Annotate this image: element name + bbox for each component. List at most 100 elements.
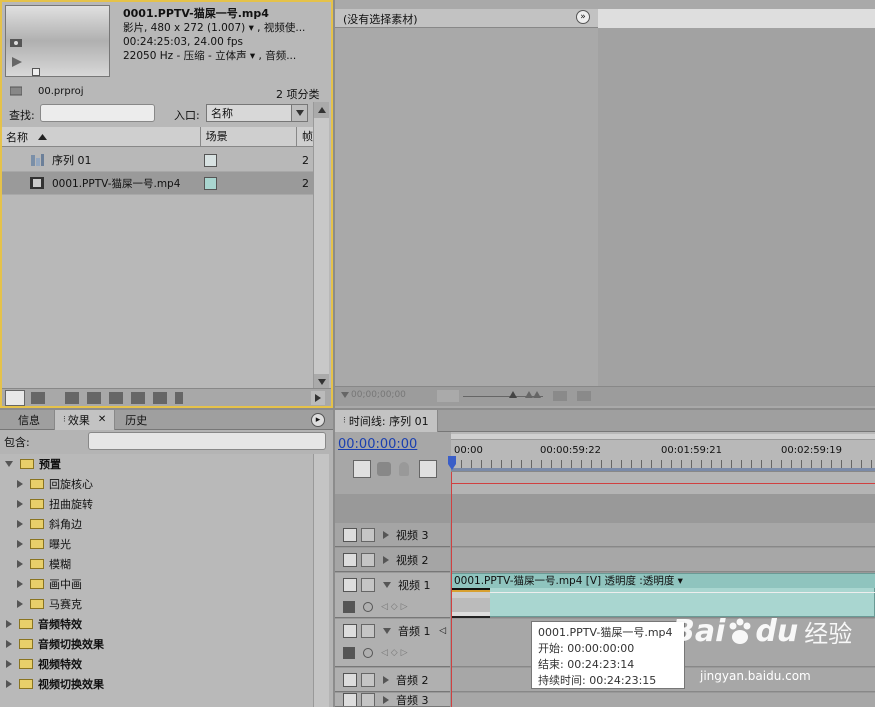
expand-icon[interactable]: [6, 640, 12, 648]
speaker-icon[interactable]: [343, 624, 357, 638]
expand-icon[interactable]: [383, 695, 389, 704]
tree-item-preset[interactable]: 回旋核心: [0, 474, 313, 494]
speaker-icon[interactable]: [343, 693, 357, 706]
keyframe-toggle-icon[interactable]: [363, 648, 373, 658]
playhead-icon[interactable]: [448, 456, 456, 470]
chevron-down-icon[interactable]: [291, 105, 307, 121]
expand-icon[interactable]: [5, 461, 13, 467]
list-item[interactable]: 0001.PPTV-猫屎一号.mp4 2: [2, 172, 313, 195]
entry-select[interactable]: 名称: [206, 104, 308, 122]
scrub-handle[interactable]: [32, 68, 40, 76]
export-frame-icon[interactable]: [577, 391, 591, 401]
timeline-timecode[interactable]: 00:00:00:00: [338, 437, 417, 452]
panel-menu-icon[interactable]: ▸: [311, 412, 325, 427]
expand-icon[interactable]: [17, 580, 23, 588]
tab-effects[interactable]: ⁝ 效果 ✕: [54, 409, 116, 430]
list-view-icon[interactable]: [5, 389, 25, 406]
scroll-up-icon[interactable]: [314, 102, 329, 118]
sequence-settings-icon[interactable]: [419, 460, 437, 478]
tree-item-video-transitions[interactable]: 视频切换效果: [0, 674, 313, 694]
tree-item-preset[interactable]: 画中画: [0, 574, 313, 594]
tree-item-presets[interactable]: 预置: [0, 454, 313, 474]
waveform-icon[interactable]: [343, 647, 355, 659]
play-icon[interactable]: [12, 57, 22, 67]
display-style-icon[interactable]: [343, 601, 355, 613]
expand-icon[interactable]: [383, 675, 389, 684]
project-scrollbar[interactable]: [313, 102, 329, 390]
video-clip[interactable]: 0001.PPTV-猫屎一号.mp4 [V] 透明度 :透明度 ▾: [451, 573, 875, 618]
keyframe-nav-icon[interactable]: ◁ ◇ ▷: [381, 648, 408, 658]
eye-icon[interactable]: [343, 552, 357, 567]
zoom-handle[interactable]: [509, 391, 517, 398]
tree-item-preset[interactable]: 曝光: [0, 534, 313, 554]
column-frame[interactable]: 帧: [297, 127, 313, 147]
column-name[interactable]: 名称: [2, 127, 201, 146]
column-scene[interactable]: 场景: [201, 127, 297, 146]
expand-icon[interactable]: [17, 600, 23, 608]
expand-icon[interactable]: [6, 680, 12, 688]
expand-icon[interactable]: [17, 520, 23, 528]
tree-item-preset[interactable]: 马赛克: [0, 594, 313, 614]
lock-icon[interactable]: [361, 672, 375, 687]
tree-item-video-effects[interactable]: 视频特效: [0, 654, 313, 674]
lock-icon[interactable]: [361, 527, 375, 542]
expand-icon[interactable]: [17, 480, 23, 488]
tree-item-preset[interactable]: 模糊: [0, 554, 313, 574]
scroll-right-icon[interactable]: [311, 390, 325, 405]
trash-icon[interactable]: [175, 391, 183, 404]
eye-icon[interactable]: [343, 527, 357, 542]
expand-icon[interactable]: [17, 540, 23, 548]
close-icon[interactable]: ✕: [98, 414, 106, 425]
icon-view-icon[interactable]: [31, 391, 45, 404]
expand-icon[interactable]: [17, 560, 23, 568]
tree-item-preset[interactable]: 斜角边: [0, 514, 313, 534]
set-in-icon[interactable]: [437, 390, 459, 402]
tree-item-audio-transitions[interactable]: 音频切换效果: [0, 634, 313, 654]
audio-target-icon[interactable]: ◁: [439, 626, 446, 636]
set-marker-icon[interactable]: [377, 462, 391, 476]
folder-icon[interactable]: [109, 391, 123, 404]
snap-icon[interactable]: [353, 460, 371, 478]
marker-icon[interactable]: [341, 392, 349, 398]
work-area-bar[interactable]: [451, 468, 875, 471]
lock-icon[interactable]: [361, 552, 375, 567]
tab-history[interactable]: 历史: [115, 412, 157, 428]
expand-icon[interactable]: [383, 555, 389, 564]
camera-icon[interactable]: [10, 37, 22, 47]
track-lane-v2[interactable]: [451, 548, 875, 572]
eye-icon[interactable]: [343, 578, 357, 592]
zoom-bar[interactable]: [451, 434, 875, 440]
lock-icon[interactable]: [361, 578, 375, 592]
effects-search-input[interactable]: [88, 432, 326, 450]
automate-icon[interactable]: [65, 391, 79, 404]
new-item-icon[interactable]: [131, 391, 145, 404]
expand-icon[interactable]: [6, 620, 12, 628]
speaker-icon[interactable]: [343, 672, 357, 687]
tree-item-audio-effects[interactable]: 音频特效: [0, 614, 313, 634]
clear-icon[interactable]: [153, 391, 167, 404]
expand-icon[interactable]: [383, 530, 389, 539]
track-lane-a3[interactable]: [451, 693, 875, 707]
tree-item-preset[interactable]: 扭曲旋转: [0, 494, 313, 514]
tab-info[interactable]: 信息: [0, 412, 54, 428]
track-lane-v1[interactable]: 0001.PPTV-猫屎一号.mp4 [V] 透明度 :透明度 ▾: [451, 573, 875, 618]
time-ruler[interactable]: 00:00 00:00:59:22 00:01:59:21 00:02:59:1…: [448, 432, 875, 472]
find-icon[interactable]: [87, 391, 101, 404]
collapse-icon[interactable]: [383, 628, 391, 634]
track-lane-v3[interactable]: [451, 523, 875, 547]
lock-icon[interactable]: [361, 624, 375, 638]
expand-icon[interactable]: [6, 660, 12, 668]
insert-icon[interactable]: [553, 391, 567, 401]
zoom-max-icon[interactable]: [525, 391, 541, 398]
list-item[interactable]: 序列 01 2: [2, 149, 313, 172]
panel-menu-icon[interactable]: »: [576, 10, 590, 24]
keyframe-icon[interactable]: [399, 462, 409, 476]
keyframe-nav-icon[interactable]: ◁ ◇ ▷: [381, 602, 408, 612]
expand-icon[interactable]: [17, 500, 23, 508]
lock-icon[interactable]: [361, 693, 375, 706]
collapse-icon[interactable]: [383, 582, 391, 588]
tab-timeline[interactable]: ⁝ 时间线: 序列 01: [335, 409, 438, 432]
search-input[interactable]: [40, 104, 155, 122]
effects-scrollbar[interactable]: [313, 454, 329, 707]
keyframe-toggle-icon[interactable]: [363, 602, 373, 612]
